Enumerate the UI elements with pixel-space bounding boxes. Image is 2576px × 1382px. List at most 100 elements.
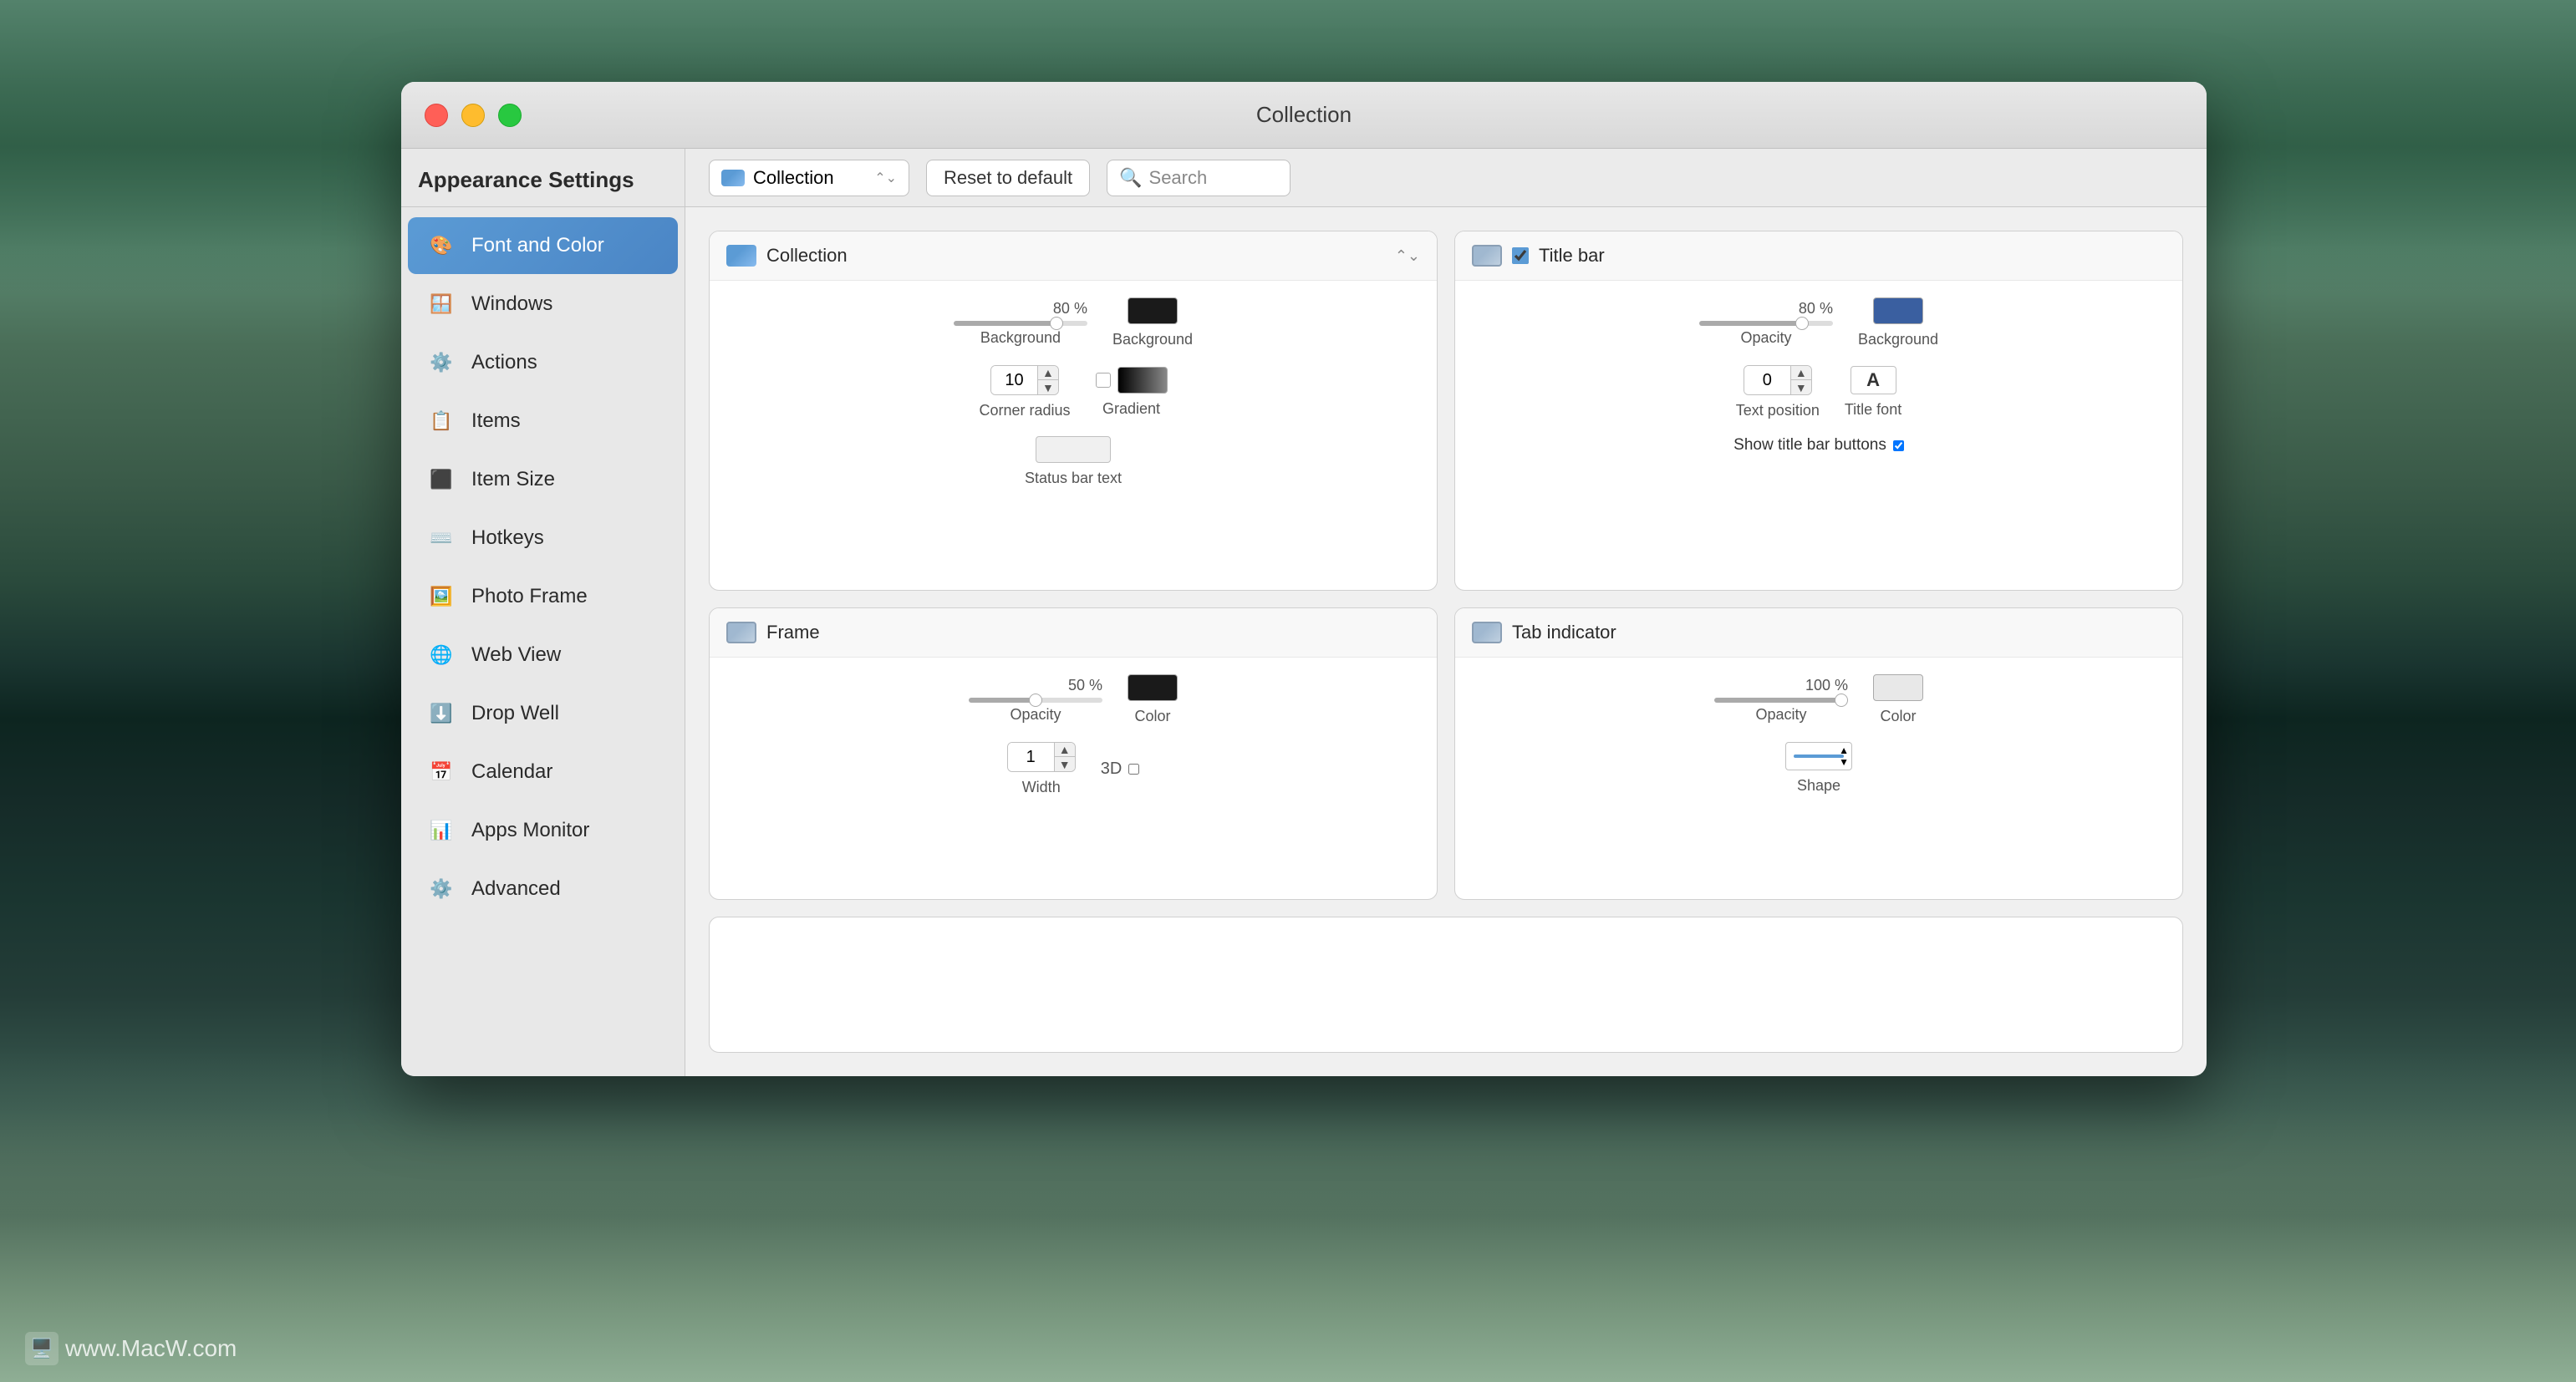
sidebar-label-web-view: Web View: [471, 643, 561, 667]
frame-color-swatch[interactable]: [1128, 674, 1178, 701]
sidebar-item-photo-frame[interactable]: 🖼️ Photo Frame: [408, 568, 678, 625]
title-bar-card-header: Title bar: [1455, 231, 2182, 281]
content-area: Appearance Settings 🎨 Font and Color 🪟 W…: [401, 149, 2207, 1076]
title-bar-font-row: ▲ ▼ Text position A Title font: [1472, 365, 2166, 419]
collection-corner-radius-up[interactable]: ▲: [1038, 366, 1058, 380]
frame-color-control: Color: [1128, 674, 1178, 725]
frame-width-stepper: ▲ ▼: [1054, 743, 1075, 771]
empty-card: [709, 917, 2183, 1053]
title-bar-card-checkbox[interactable]: [1512, 247, 1529, 264]
frame-3d-label: 3D: [1101, 760, 1123, 779]
sidebar-item-calendar[interactable]: 📅 Calendar: [408, 744, 678, 800]
frame-card-title: Frame: [766, 622, 1420, 643]
title-bar-background-swatch[interactable]: [1873, 297, 1923, 324]
title-bar-text-position-stepper: ▲ ▼: [1790, 366, 1811, 394]
tab-indicator-card-title: Tab indicator: [1512, 622, 2166, 643]
chevron-down-icon: ⌃⌄: [874, 170, 897, 186]
sidebar-item-advanced[interactable]: ⚙️ Advanced: [408, 861, 678, 917]
frame-card-icon: [726, 622, 756, 643]
sidebar-item-font-and-color[interactable]: 🎨 Font and Color: [408, 217, 678, 274]
tab-indicator-shape-swatch[interactable]: ▲ ▼: [1785, 742, 1852, 770]
tab-indicator-shape-up[interactable]: ▲: [1838, 744, 1850, 756]
tab-indicator-shape-down[interactable]: ▼: [1838, 756, 1850, 768]
tab-indicator-opacity-value: 100 %: [1805, 677, 1848, 694]
search-placeholder: Search: [1149, 167, 1208, 189]
frame-width-up[interactable]: ▲: [1055, 743, 1075, 757]
sidebar-label-apps-monitor: Apps Monitor: [471, 819, 589, 842]
sidebar-label-hotkeys: Hotkeys: [471, 526, 544, 550]
frame-width-row: ▲ ▼ Width 3D: [726, 742, 1420, 796]
sidebar-label-photo-frame: Photo Frame: [471, 585, 588, 608]
frame-opacity-slider[interactable]: [969, 698, 1102, 703]
collection-gradient-checkbox[interactable]: [1096, 373, 1111, 388]
title-bar-text-position-down[interactable]: ▼: [1791, 380, 1811, 394]
frame-width-input[interactable]: [1008, 743, 1054, 771]
title-bar-opacity-slider[interactable]: [1699, 321, 1833, 326]
sidebar-item-actions[interactable]: ⚙️ Actions: [408, 334, 678, 391]
advanced-icon: ⚙️: [425, 872, 458, 906]
title-bar-text-position-up[interactable]: ▲: [1791, 366, 1811, 380]
collection-dropdown-label: Collection: [753, 167, 834, 189]
frame-width-label: Width: [1022, 779, 1061, 796]
tab-indicator-color-control: Color: [1873, 674, 1923, 725]
collection-status-bar-swatch[interactable]: [1036, 436, 1111, 463]
collection-corner-radius-down[interactable]: ▼: [1038, 380, 1058, 394]
web-view-icon: 🌐: [425, 638, 458, 672]
frame-opacity-label: Opacity: [1010, 706, 1061, 724]
sidebar-item-items[interactable]: 📋 Items: [408, 393, 678, 450]
title-bar-text-position-input[interactable]: [1744, 366, 1790, 394]
collection-card: Collection ⌃⌄ 80 % Background: [709, 231, 1438, 591]
window-title-bar: Collection: [401, 82, 2207, 149]
collection-status-bar-label: Status bar text: [1025, 470, 1122, 487]
sidebar-label-item-size: Item Size: [471, 468, 555, 491]
minimize-button[interactable]: [461, 104, 485, 127]
title-bar-background-label: Background: [1858, 331, 1938, 348]
title-bar-card-icon: [1472, 245, 1502, 267]
traffic-lights: [425, 104, 522, 127]
sidebar-item-item-size[interactable]: ⬛ Item Size: [408, 451, 678, 508]
tab-indicator-color-swatch[interactable]: [1873, 674, 1923, 701]
tab-indicator-card: Tab indicator 100 % Opacity: [1454, 607, 2183, 900]
calendar-icon: 📅: [425, 755, 458, 789]
collection-dropdown[interactable]: Collection ⌃⌄: [709, 160, 909, 196]
title-bar-opacity-label: Opacity: [1740, 329, 1791, 347]
tab-indicator-card-header: Tab indicator: [1455, 608, 2182, 658]
collection-status-row: Status bar text: [726, 436, 1420, 487]
sidebar-item-apps-monitor[interactable]: 📊 Apps Monitor: [408, 802, 678, 859]
watermark: 🖥️ www.MacW.com: [25, 1332, 237, 1365]
frame-width-down[interactable]: ▼: [1055, 757, 1075, 771]
frame-card: Frame 50 % Opacity Color: [709, 607, 1438, 900]
sidebar-item-web-view[interactable]: 🌐 Web View: [408, 627, 678, 683]
sidebar-item-hotkeys[interactable]: ⌨️ Hotkeys: [408, 510, 678, 567]
collection-gradient-swatch[interactable]: [1117, 367, 1168, 394]
sidebar-item-windows[interactable]: 🪟 Windows: [408, 276, 678, 333]
sidebar-label-font-and-color: Font and Color: [471, 234, 604, 257]
collection-card-header: Collection ⌃⌄: [710, 231, 1437, 281]
tab-indicator-opacity-slider[interactable]: [1714, 698, 1848, 703]
frame-opacity-value: 50 %: [1068, 677, 1102, 694]
close-button[interactable]: [425, 104, 448, 127]
collection-corner-row: ▲ ▼ Corner radius: [726, 365, 1420, 419]
show-title-bar-buttons-control: Show title bar buttons: [1733, 436, 1904, 455]
reset-to-default-button[interactable]: Reset to default: [926, 160, 1090, 196]
sidebar-nav: 🎨 Font and Color 🪟 Windows ⚙️ Actions 📋 …: [401, 207, 685, 1076]
search-bar[interactable]: 🔍 Search: [1107, 160, 1291, 196]
font-color-icon: 🎨: [425, 229, 458, 262]
title-bar-title-font-swatch[interactable]: A: [1851, 366, 1896, 394]
main-window: Collection Appearance Settings 🎨 Font an…: [401, 82, 2207, 1076]
show-title-bar-buttons-checkbox[interactable]: [1893, 440, 1904, 451]
frame-opacity-row: 50 % Opacity Color: [726, 674, 1420, 725]
maximize-button[interactable]: [498, 104, 522, 127]
collection-opacity-slider[interactable]: [954, 321, 1087, 326]
frame-3d-control: 3D: [1101, 760, 1140, 779]
frame-3d-checkbox[interactable]: [1128, 764, 1139, 775]
collection-opacity-control: 80 % Background: [954, 300, 1087, 347]
collection-background-control: Background: [1112, 297, 1193, 348]
tab-indicator-opacity-control: 100 % Opacity: [1714, 677, 1848, 724]
sidebar-item-drop-well[interactable]: ⬇️ Drop Well: [408, 685, 678, 742]
frame-card-body: 50 % Opacity Color: [710, 658, 1437, 813]
collection-corner-radius-input[interactable]: [991, 366, 1037, 394]
collection-background-swatch[interactable]: [1128, 297, 1178, 324]
title-bar-buttons-row: Show title bar buttons: [1472, 436, 2166, 455]
hotkeys-icon: ⌨️: [425, 521, 458, 555]
